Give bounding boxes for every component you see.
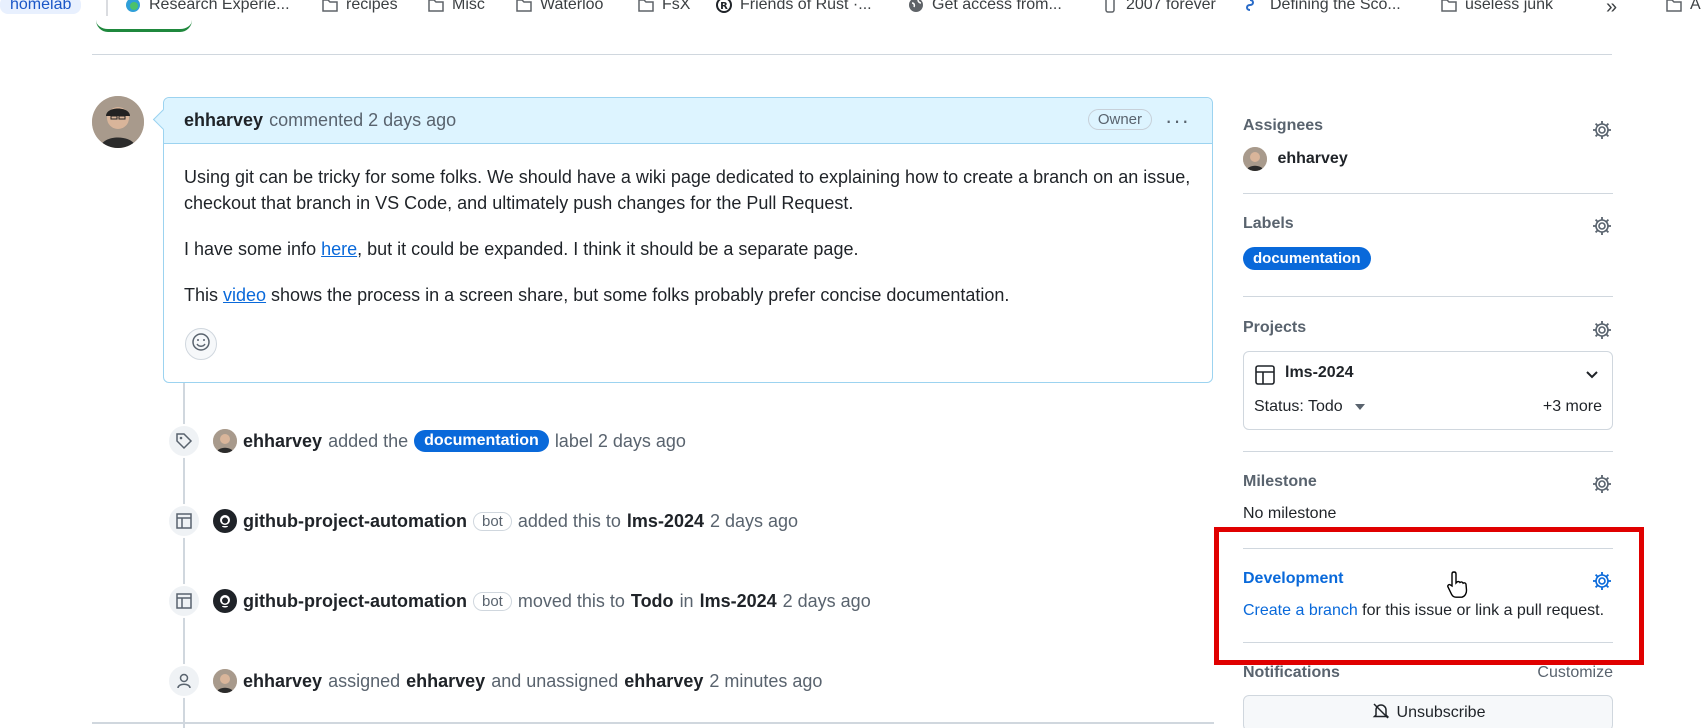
- comment-author[interactable]: ehharvey: [184, 110, 263, 131]
- event-actor[interactable]: ehharvey: [243, 671, 322, 692]
- bookmark-recipes[interactable]: recipes: [322, 0, 398, 14]
- comment-meta[interactable]: commented 2 days ago: [269, 110, 456, 131]
- tag-icon: [167, 424, 201, 458]
- bookmark-defining-the-scope[interactable]: Defining the Sco...: [1246, 0, 1401, 14]
- rust-icon: R: [716, 0, 732, 13]
- timeline-event-assigned: ehharvey assigned ehharvey and unassigne…: [167, 664, 828, 698]
- gear-icon[interactable]: [1591, 215, 1613, 237]
- bookmarks-overflow-button[interactable]: »: [1606, 0, 1617, 18]
- documentation-label[interactable]: documentation: [1243, 247, 1371, 270]
- commenter-avatar[interactable]: [92, 96, 144, 148]
- assignee-row[interactable]: ehharvey: [1243, 147, 1613, 171]
- labels-title[interactable]: Labels: [1243, 215, 1613, 233]
- comment-header: ehharvey commented 2 days ago Owner ···: [164, 98, 1212, 144]
- bot-badge: bot: [472, 591, 512, 611]
- divider: [1243, 296, 1613, 297]
- video-link[interactable]: video: [223, 285, 266, 305]
- timeline-event-moved: github-project-automation bot moved this…: [167, 584, 877, 618]
- bookmark-2007-forever[interactable]: 2007 forever: [1102, 0, 1216, 14]
- folder-icon: [1441, 0, 1457, 13]
- folder-icon: [428, 0, 444, 13]
- unsubscribe-button[interactable]: Unsubscribe: [1243, 695, 1613, 728]
- bookmark-fsx[interactable]: FsX: [638, 0, 690, 14]
- add-reaction-button[interactable]: [185, 328, 217, 360]
- gear-icon[interactable]: [1591, 119, 1613, 141]
- divider: [1243, 193, 1613, 194]
- table-icon: [1254, 364, 1276, 391]
- assignees-title[interactable]: Assignees: [1243, 117, 1613, 135]
- gear-icon[interactable]: [1591, 473, 1613, 495]
- comment-body: Using git can be tricky for some folks. …: [164, 144, 1212, 308]
- project-more-fields[interactable]: +3 more: [1543, 398, 1602, 416]
- github-icon[interactable]: [213, 589, 237, 613]
- divider: [92, 722, 1214, 724]
- folder-icon: [322, 0, 338, 13]
- owner-badge: Owner: [1087, 109, 1152, 130]
- notifications-section: Notifications Customize: [1243, 664, 1613, 688]
- bookmark-a[interactable]: A: [1666, 0, 1701, 14]
- assignees-section: Assignees ehharvey: [1243, 117, 1613, 177]
- hand-cursor-icon: [1446, 570, 1472, 605]
- phone-icon: [1102, 0, 1118, 13]
- table-icon: [167, 584, 201, 618]
- status-name: Todo: [630, 590, 674, 611]
- project-card: lms-2024 Status: Todo +3 more: [1243, 351, 1613, 430]
- milestone-section: Milestone No milestone: [1243, 473, 1613, 523]
- folder-icon: [516, 0, 532, 13]
- divider: [92, 54, 1612, 55]
- issue-comment: ehharvey commented 2 days ago Owner ··· …: [163, 97, 1213, 383]
- table-icon: [167, 504, 201, 538]
- milestone-title[interactable]: Milestone: [1243, 473, 1613, 491]
- comment-paragraph: This video shows the process in a screen…: [184, 285, 1010, 305]
- customize-link[interactable]: Customize: [1537, 664, 1613, 682]
- gear-icon[interactable]: [1591, 319, 1613, 341]
- event-actor[interactable]: github-project-automation: [243, 591, 467, 612]
- bookmark-get-access[interactable]: Get access from...: [908, 0, 1062, 14]
- project-link[interactable]: lms-2024: [700, 591, 777, 612]
- projects-section: Projects: [1243, 319, 1613, 343]
- projects-title[interactable]: Projects: [1243, 319, 1613, 337]
- bot-badge: bot: [472, 511, 512, 531]
- documentation-label[interactable]: documentation: [414, 430, 549, 452]
- unassignee-link[interactable]: ehharvey: [624, 671, 703, 692]
- highlight-annotation: [1214, 527, 1644, 665]
- status-pill-fragment: [96, 10, 192, 32]
- project-name[interactable]: lms-2024: [1285, 364, 1354, 382]
- bookmark-homelab[interactable]: homelab: [0, 0, 82, 14]
- github-icon[interactable]: [213, 509, 237, 533]
- bookmark-misc[interactable]: Misc: [428, 0, 485, 14]
- avatar: [1243, 147, 1267, 171]
- timeline-event-added-to-project: github-project-automation bot added this…: [167, 504, 804, 538]
- caret-down-icon: [1354, 398, 1365, 415]
- bookmarks-bar: homelab Research Experie... recipes Misc…: [0, 0, 1706, 18]
- comment-paragraph: Using git can be tricky for some folks. …: [184, 167, 1191, 213]
- here-link[interactable]: here: [321, 239, 357, 259]
- project-status-dropdown[interactable]: Status: Todo: [1254, 398, 1365, 416]
- chevron-down-icon[interactable]: [1584, 366, 1600, 387]
- assignee-name: ehharvey: [1277, 150, 1348, 168]
- assignee-link[interactable]: ehharvey: [406, 671, 485, 692]
- folder-icon: [1666, 0, 1682, 13]
- comment-paragraph: I have some info here, but it could be e…: [184, 239, 859, 259]
- globe-icon: [908, 0, 924, 13]
- bookmark-waterloo[interactable]: Waterloo: [516, 0, 603, 14]
- bell-slash-icon: [1371, 701, 1391, 726]
- avatar[interactable]: [213, 669, 237, 693]
- link-icon: [1246, 0, 1262, 13]
- timeline-event-labeled: ehharvey added the documentation label 2…: [167, 424, 692, 458]
- person-icon: [167, 664, 201, 698]
- avatar[interactable]: [213, 429, 237, 453]
- project-link[interactable]: lms-2024: [627, 511, 704, 532]
- event-actor[interactable]: ehharvey: [243, 431, 322, 452]
- event-actor[interactable]: github-project-automation: [243, 511, 467, 532]
- bookmark-useless-junk[interactable]: useless junk: [1441, 0, 1553, 14]
- smiley-icon: [191, 332, 211, 357]
- labels-section: Labels documentation: [1243, 215, 1613, 275]
- divider: [1243, 451, 1613, 452]
- bookmark-friends-of-rust[interactable]: R Friends of Rust ·...: [716, 0, 872, 14]
- milestone-value: No milestone: [1243, 505, 1337, 522]
- svg-text:R: R: [720, 1, 728, 12]
- comment-menu-button[interactable]: ···: [1165, 108, 1190, 134]
- folder-icon: [638, 0, 654, 13]
